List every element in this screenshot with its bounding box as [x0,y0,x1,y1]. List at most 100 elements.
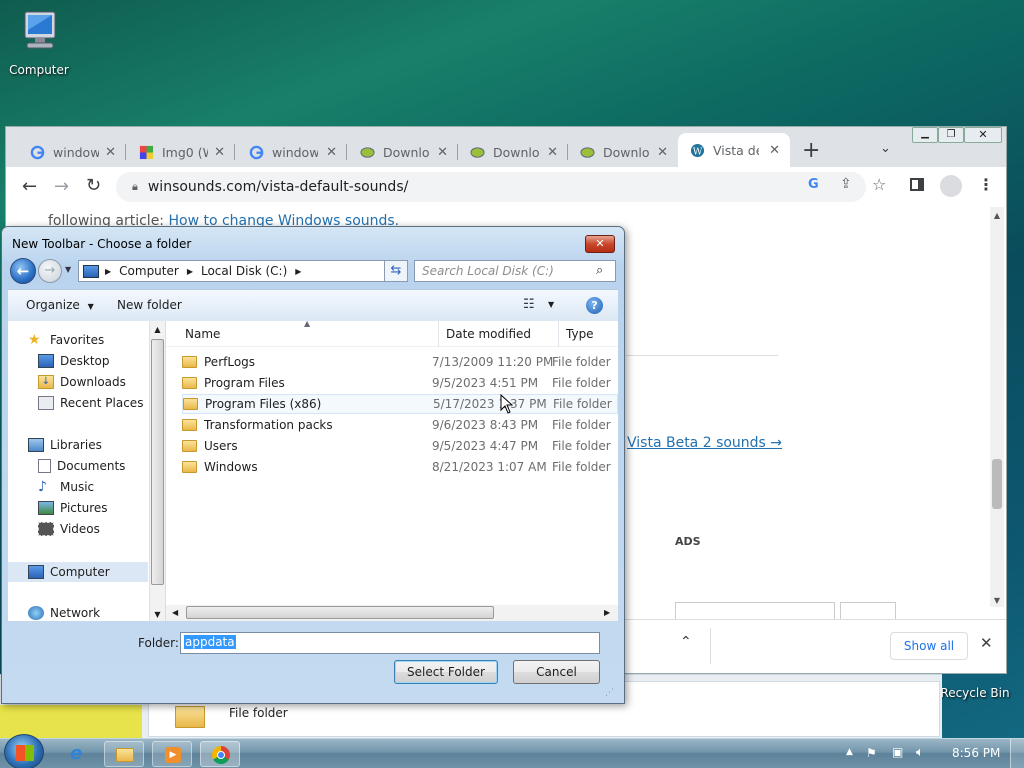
tab[interactable]: Downloa ✕ [458,137,568,167]
organize-label: Organize [26,298,80,312]
select-folder-button[interactable]: Select Folder [394,660,498,684]
horizontal-scrollbar[interactable]: ◀ ▶ [166,605,618,621]
show-hidden-icons[interactable]: ▲ [846,747,853,757]
close-icon[interactable]: ✕ [214,145,225,160]
address-bar[interactable]: 🔒︎ winsounds.com/vista-default-sounds/ [116,172,866,202]
close-icon[interactable]: ✕ [547,145,558,160]
taskbar-chrome[interactable] [200,741,240,767]
profile-avatar[interactable] [940,175,962,197]
back-icon[interactable]: ← [22,176,37,197]
forward-button[interactable]: → [38,259,62,283]
nav-computer[interactable]: Computer [8,562,148,582]
nav-label: Network [50,606,101,620]
tab[interactable]: Downloa ✕ [348,137,458,167]
nav-desktop[interactable]: Desktop [38,354,110,368]
scroll-down-icon[interactable]: ▼ [150,610,165,619]
column-type[interactable]: Type [566,327,594,341]
nav-pictures[interactable]: Pictures [38,501,108,515]
new-folder-button[interactable]: New folder [117,298,182,312]
tab-active[interactable]: W Vista de ✕ [678,133,790,167]
search-icon[interactable]: ⌕ [596,263,603,278]
start-button[interactable] [4,734,44,768]
network-status-icon[interactable]: ▣ [892,745,903,759]
help-icon[interactable]: ? [586,297,603,314]
scroll-thumb[interactable] [151,339,164,585]
nav-music[interactable]: ♪ Music [38,480,94,494]
new-tab-button[interactable]: + [802,139,820,163]
nav-favorites[interactable]: ★ Favorites [28,333,104,347]
share-icon[interactable]: ⇪ [840,176,852,192]
close-icon[interactable]: ✕ [769,143,780,158]
file-row[interactable]: Transformation packs 9/6/2023 8:43 PM Fi… [182,415,618,435]
nav-documents[interactable]: Documents [38,459,125,473]
tab[interactable]: windows ✕ [18,137,126,167]
close-icon[interactable]: ✕ [326,145,337,160]
side-panel-icon[interactable] [910,178,924,191]
close-icon[interactable]: ✕ [105,145,116,160]
column-name[interactable]: Name [185,327,220,341]
clock[interactable]: 8:56 PM [952,746,1000,760]
ie-icon[interactable]: e [70,743,82,764]
tab[interactable]: Downloa ✕ [568,137,678,167]
recent-pages-dropdown[interactable]: ▼ [65,265,71,274]
breadcrumb-bar[interactable]: ▶ Computer ▶ Local Disk (C:) ▶ ▼ [78,260,408,282]
show-desktop-button[interactable] [1010,739,1024,768]
reload-icon[interactable]: ↻ [86,175,101,196]
nav-videos[interactable]: Videos [38,522,100,536]
scroll-up-icon[interactable]: ▲ [150,325,165,334]
nav-network[interactable]: Network [28,606,100,620]
next-post-link[interactable]: Vista Beta 2 sounds → [627,435,782,451]
view-options-icon[interactable]: ☷ [523,297,535,312]
scroll-down-icon[interactable]: ▼ [990,596,1004,605]
nav-libraries[interactable]: Libraries [28,438,102,452]
scroll-thumb[interactable] [992,459,1002,509]
bookmark-star-icon[interactable]: ☆ [872,175,886,194]
volume-icon[interactable]: 🔈︎ [916,745,924,760]
scroll-right-icon[interactable]: ▶ [604,608,610,617]
computer-desktop-icon[interactable]: Computer [3,10,75,77]
cancel-button[interactable]: Cancel [513,660,600,684]
recycle-bin-desktop-icon[interactable]: Recycle Bin [939,672,1011,700]
google-lens-icon[interactable]: G [808,177,819,192]
nav-recent-places[interactable]: Recent Places [38,396,143,410]
column-date[interactable]: Date modified [446,327,531,341]
chevron-up-icon[interactable]: ⌃ [680,634,692,650]
file-row[interactable]: Users 9/5/2023 4:47 PM File folder [182,436,618,456]
file-row[interactable]: Program Files 9/5/2023 4:51 PM File fold… [182,373,618,393]
scroll-up-icon[interactable]: ▲ [990,211,1004,220]
close-icon[interactable]: ✕ [980,634,993,652]
scroll-thumb[interactable] [186,606,494,619]
nav-downloads[interactable]: ↓ Downloads [38,375,126,389]
close-icon[interactable]: ✕ [657,145,668,160]
menu-icon[interactable]: ⋮ [978,175,994,194]
file-row-hovered[interactable]: Program Files (x86) 5/17/2023 1:37 PM Fi… [182,394,618,414]
file-row[interactable]: PerfLogs 7/13/2009 11:20 PM File folder [182,352,618,372]
scrollbar[interactable]: ▲ ▼ [990,207,1004,607]
close-window-button[interactable]: ✕ [964,127,1002,143]
chevron-down-icon[interactable]: ▼ [548,300,554,309]
nav-scrollbar[interactable]: ▲ ▼ [149,321,165,621]
taskbar-media-player[interactable]: ▶ [152,741,192,767]
close-icon[interactable]: ✕ [437,145,448,160]
organize-button[interactable]: Organize ▼ [26,298,94,312]
tab[interactable]: windows ✕ [237,137,347,167]
resize-grip-icon[interactable]: ⋰ [605,688,614,698]
breadcrumb-local-disk[interactable]: Local Disk (C:) [201,264,287,278]
action-center-icon[interactable]: ⚑ [866,746,877,760]
forward-icon[interactable]: → [54,176,69,197]
tab[interactable]: Img0 (W ✕ [127,137,235,167]
minimize-button[interactable]: ▁ [912,127,938,143]
breadcrumb-computer[interactable]: Computer [119,264,179,278]
taskbar-explorer[interactable] [104,741,144,767]
back-button[interactable]: ← [10,258,36,284]
refresh-button[interactable]: ⇆ [384,260,408,282]
file-row[interactable]: Windows 8/21/2023 1:07 AM File folder [182,457,618,477]
dialog-close-button[interactable]: ✕ [585,235,615,253]
chevron-down-icon[interactable]: ⌄ [880,141,891,156]
folder-input[interactable]: appdata [180,632,600,654]
restore-button[interactable]: ❐ [938,127,964,143]
scroll-left-icon[interactable]: ◀ [172,608,178,617]
search-input[interactable]: Search Local Disk (C:) [414,260,616,282]
show-all-button[interactable]: Show all [890,632,968,660]
ads-label: ADS [675,535,701,548]
